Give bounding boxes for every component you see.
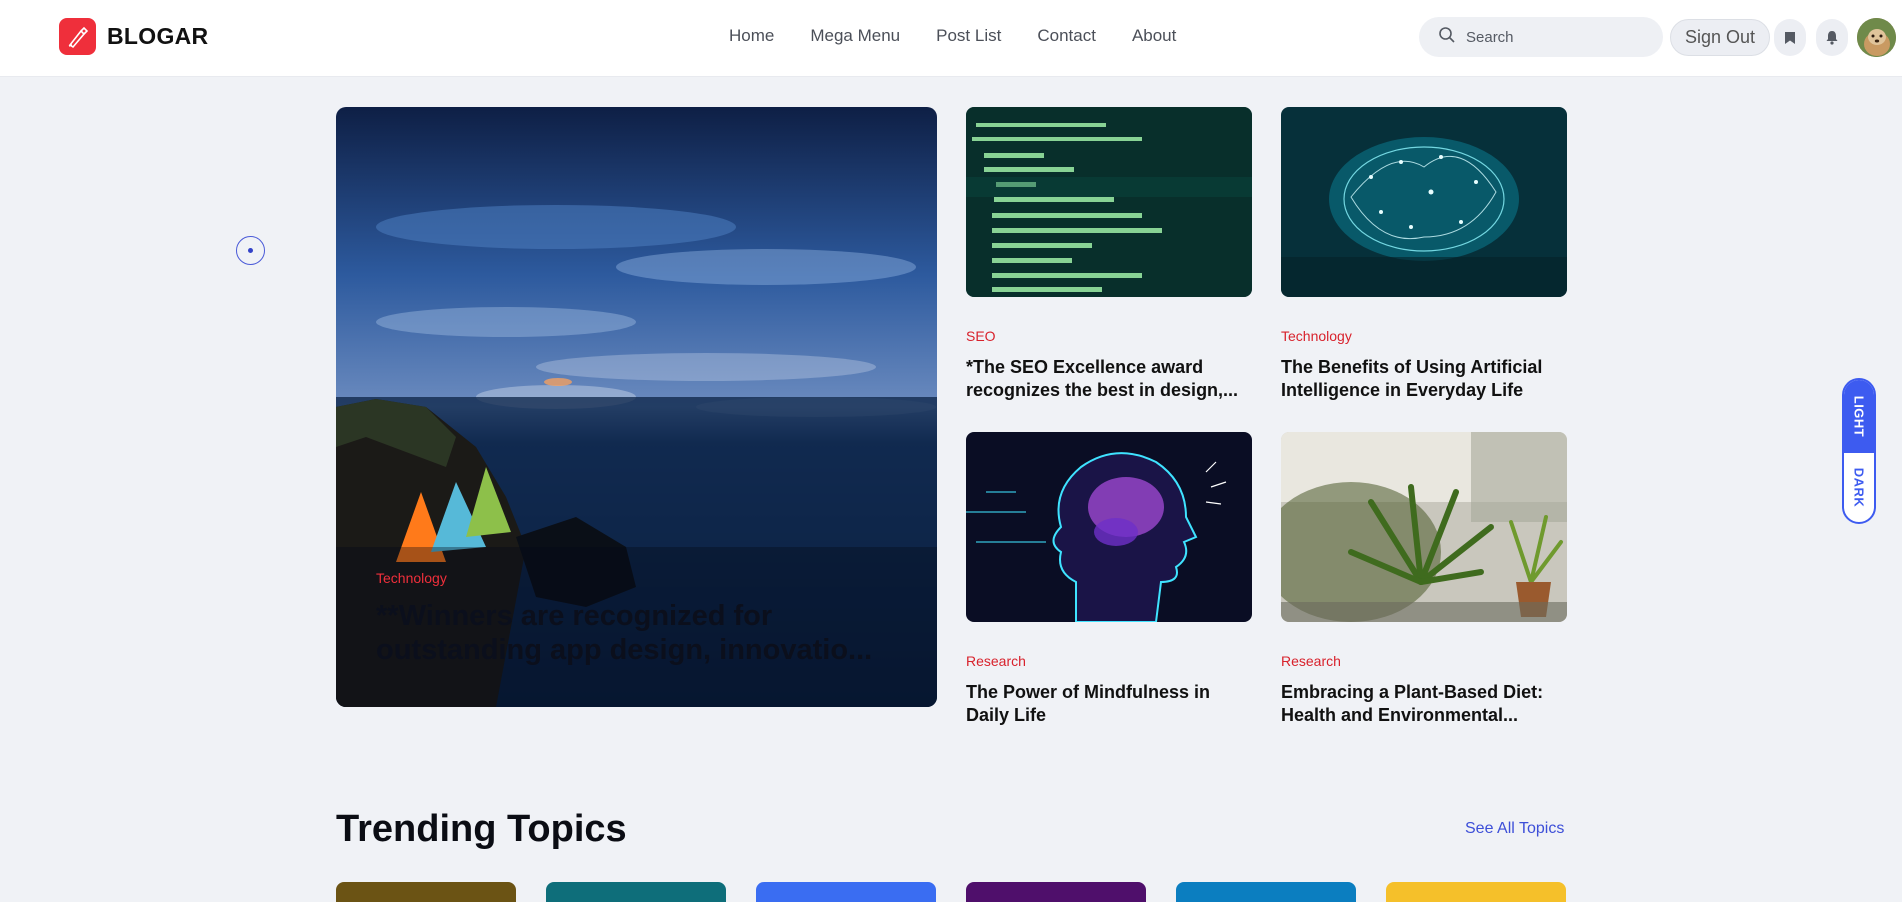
search-box [1419, 17, 1663, 57]
topic-card[interactable] [1386, 882, 1566, 902]
topic-card[interactable] [546, 882, 726, 902]
nav-mega-menu[interactable]: Mega Menu [810, 26, 900, 46]
nav-contact[interactable]: Contact [1037, 26, 1096, 46]
post-card-category[interactable]: SEO [966, 328, 1252, 344]
main-nav: Home Mega Menu Post List Contact About [729, 26, 1176, 46]
nav-home[interactable]: Home [729, 26, 774, 46]
logo-text: BLOGAR [107, 23, 209, 49]
post-card-title[interactable]: *The SEO Excellence award recognizes the… [966, 356, 1252, 402]
post-card-title[interactable]: The Power of Mindfulness in Daily Life [966, 681, 1252, 727]
pen-logo-icon [59, 18, 96, 55]
ring-dot [248, 248, 253, 253]
topic-card[interactable] [336, 882, 516, 902]
post-card[interactable]: SEO *The SEO Excellence award recognizes… [966, 107, 1252, 402]
theme-toggle: LIGHT DARK [1842, 378, 1876, 524]
featured-post[interactable]: Technology **Winners are recognized for … [336, 107, 937, 707]
avatar[interactable] [1857, 18, 1896, 57]
post-card[interactable]: Technology The Benefits of Using Artific… [1281, 107, 1567, 402]
light-mode-button[interactable]: LIGHT [1844, 380, 1874, 453]
dark-label: DARK [1851, 467, 1867, 508]
featured-post-category[interactable]: Technology [376, 570, 447, 586]
bell-icon [1826, 31, 1838, 45]
topic-card[interactable] [756, 882, 936, 902]
post-card-title[interactable]: Embracing a Plant-Based Diet: Health and… [1281, 681, 1567, 727]
section-title: Trending Topics [336, 808, 627, 850]
post-card-image [1281, 107, 1567, 297]
post-card-category[interactable]: Technology [1281, 328, 1567, 344]
post-card-title[interactable]: The Benefits of Using Artificial Intelli… [1281, 356, 1567, 402]
topic-card[interactable] [1176, 882, 1356, 902]
notifications-button[interactable] [1816, 19, 1848, 56]
post-card-image [966, 107, 1252, 297]
site-header: BLOGAR Home Mega Menu Post List Contact … [0, 0, 1902, 77]
topic-card[interactable] [966, 882, 1146, 902]
post-card-category[interactable]: Research [1281, 653, 1567, 669]
post-card[interactable]: Research The Power of Mindfulness in Dai… [966, 432, 1252, 727]
dark-mode-button[interactable]: DARK [1844, 453, 1874, 522]
post-card-image [1281, 432, 1567, 622]
post-card-category[interactable]: Research [966, 653, 1252, 669]
bookmark-icon [1785, 31, 1795, 44]
featured-post-title[interactable]: **Winners are recognized for outstanding… [376, 599, 896, 669]
post-card[interactable]: Research Embracing a Plant-Based Diet: H… [1281, 432, 1567, 727]
light-label: LIGHT [1851, 395, 1867, 438]
sign-out-button[interactable]: Sign Out [1670, 19, 1770, 56]
logo[interactable]: BLOGAR [59, 18, 208, 55]
scroll-indicator-icon[interactable] [236, 236, 265, 265]
post-card-image [966, 432, 1252, 622]
search-input[interactable] [1466, 28, 1646, 46]
nav-post-list[interactable]: Post List [936, 26, 1001, 46]
see-all-topics-link[interactable]: See All Topics [1465, 820, 1564, 838]
bookmark-button[interactable] [1774, 19, 1806, 56]
nav-about[interactable]: About [1132, 26, 1176, 46]
search-icon [1438, 26, 1456, 49]
